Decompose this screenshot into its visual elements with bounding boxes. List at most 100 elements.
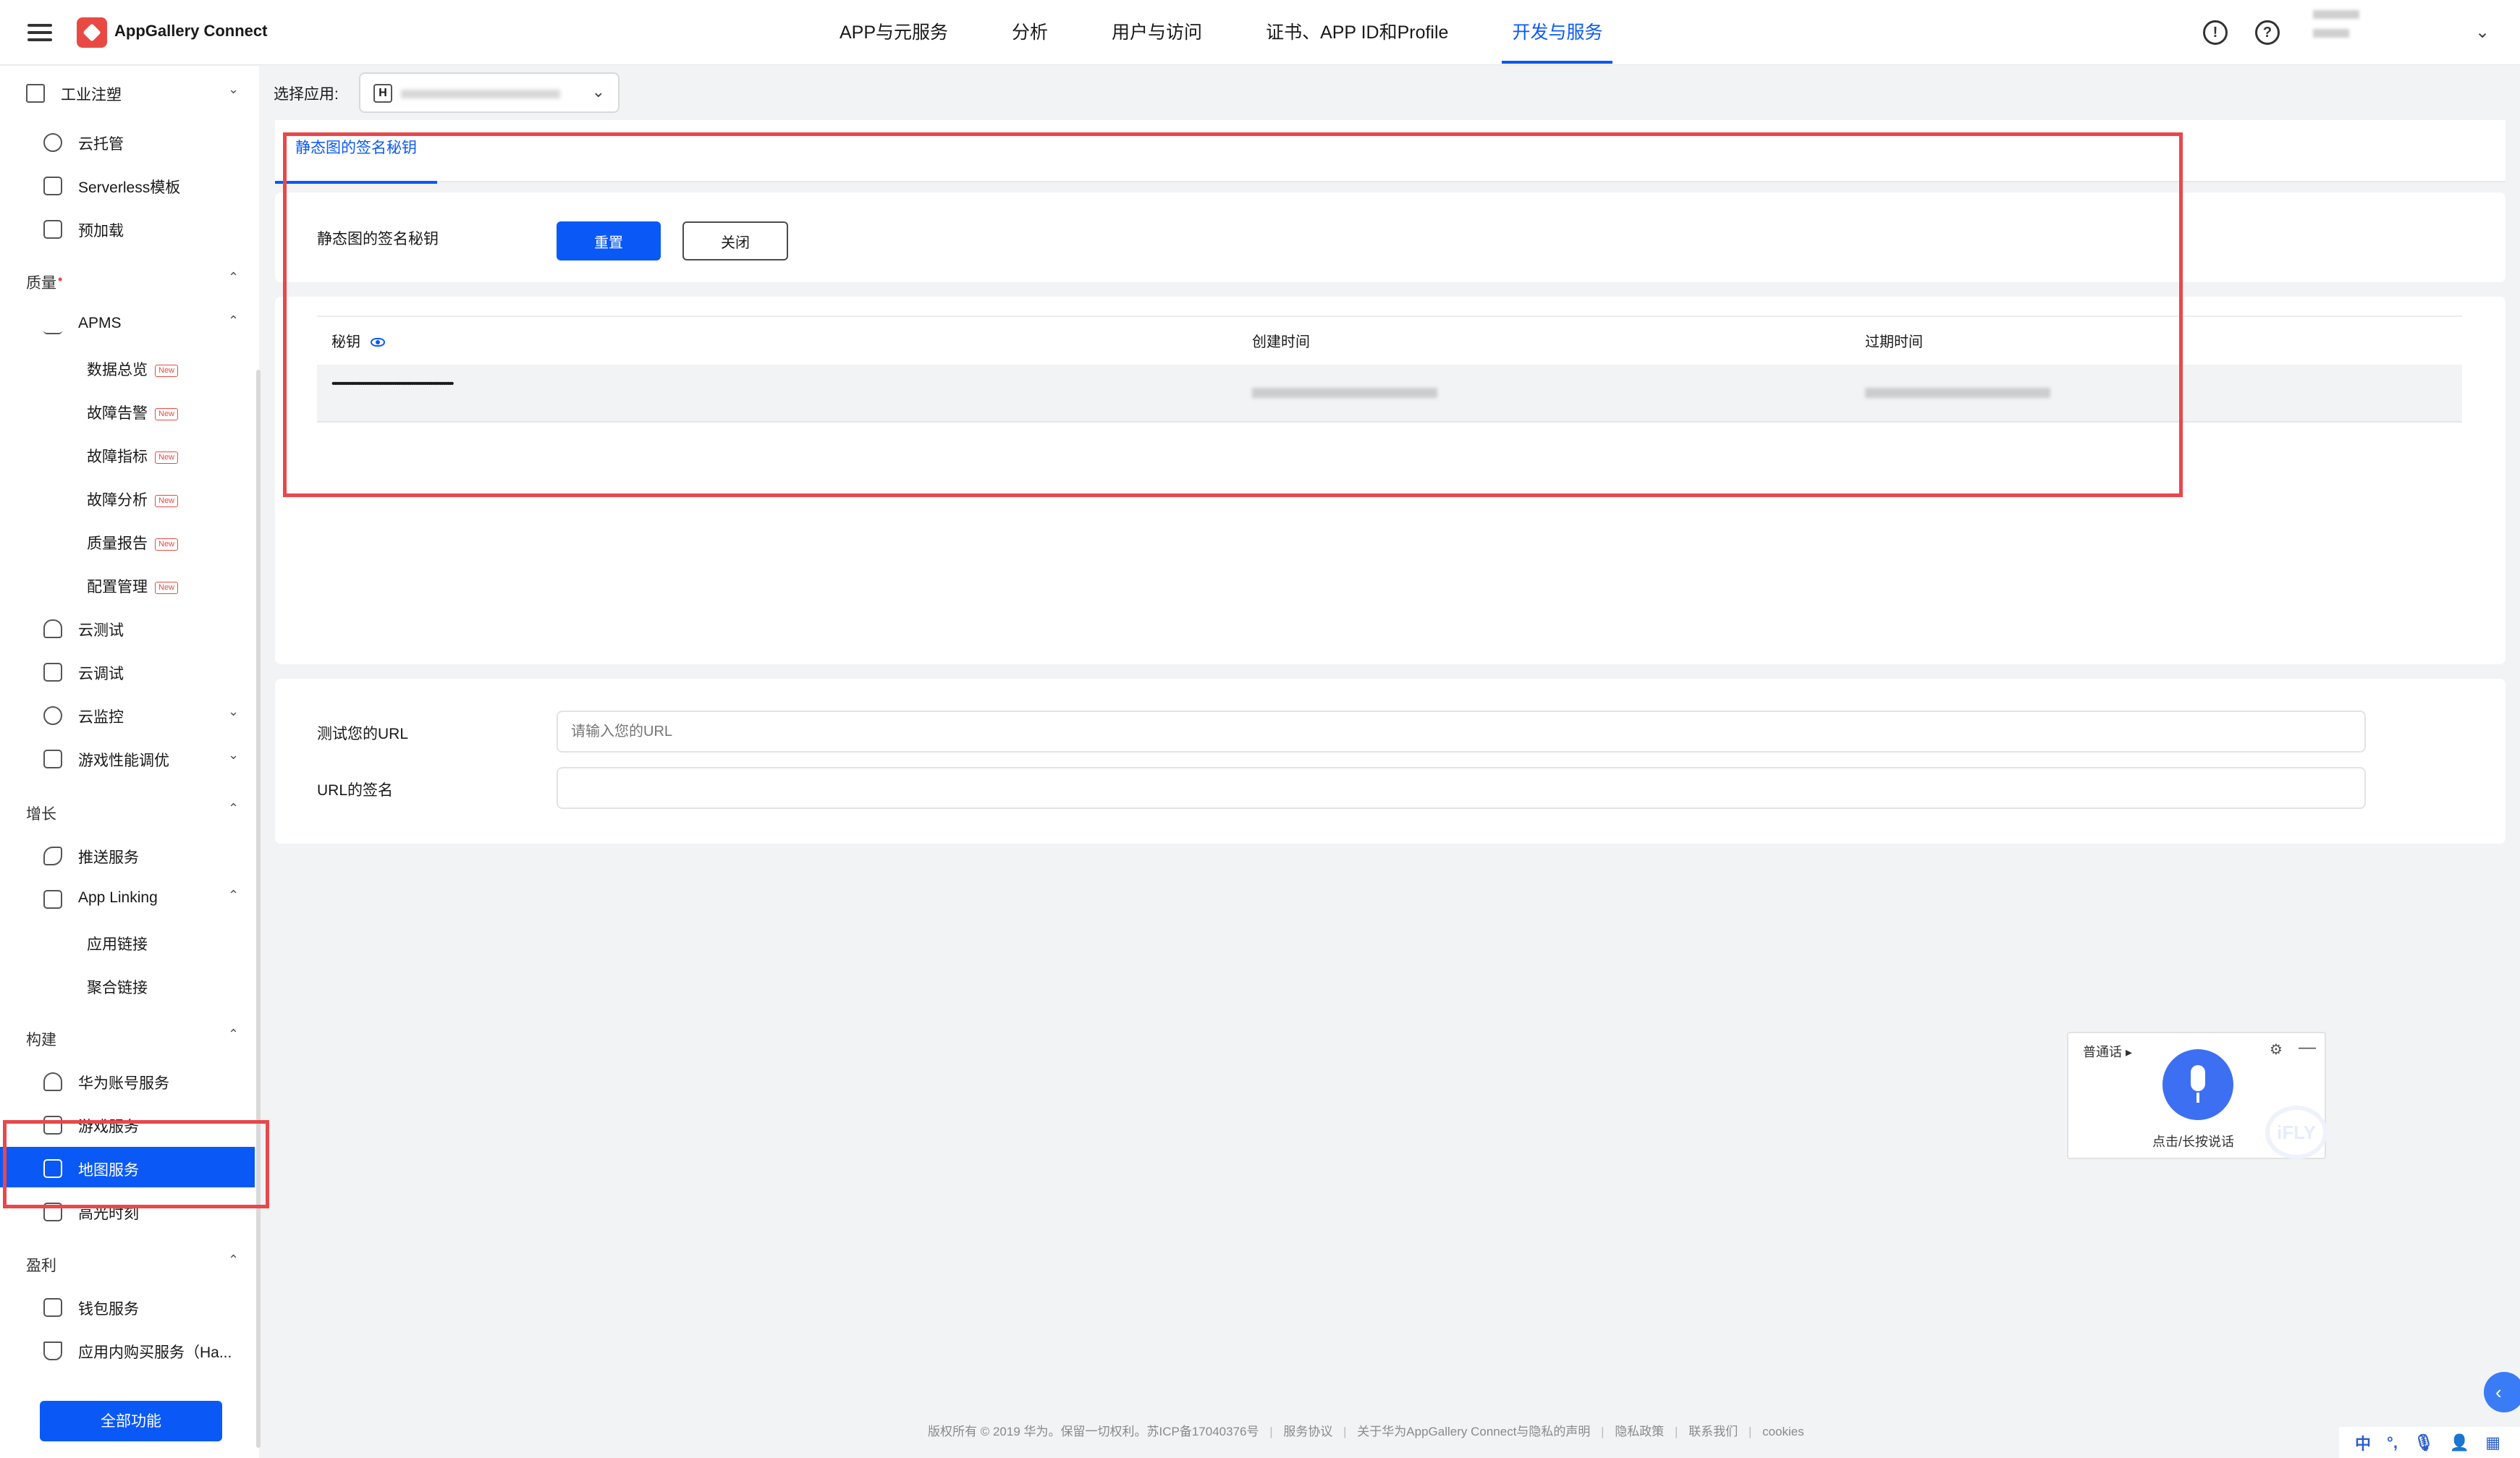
sidebar-item-data-overview[interactable]: 数据总览 New: [0, 347, 259, 387]
section-monetize[interactable]: 盈利 ⌃: [0, 1242, 259, 1283]
red-dot-icon: •: [58, 272, 63, 287]
clipboard-icon: [43, 220, 62, 239]
footer-link-privacy-policy[interactable]: 隐私政策: [1615, 1425, 1664, 1438]
nav-app-services[interactable]: APP与元服务: [840, 0, 948, 65]
nav-analytics[interactable]: 分析: [1012, 0, 1048, 65]
voice-input-widget: 普通话 ▸ ⚙ — 点击/长按说话 iFLY: [2067, 1032, 2327, 1159]
gamepad-icon: [43, 750, 62, 768]
bar-chart-icon: [43, 315, 62, 334]
sidebar-item-cloud-test[interactable]: 云测试: [0, 607, 259, 648]
url-signature-label: URL的签名: [317, 782, 394, 799]
monitor-icon: [43, 706, 62, 725]
chevron-up-icon: ⌃: [228, 801, 240, 815]
sidebar-item-app-link[interactable]: 应用链接: [0, 921, 259, 962]
ifly-watermark: iFLY: [2265, 1106, 2327, 1159]
section-build[interactable]: 构建 ⌃: [0, 1017, 259, 1057]
ime-grid-icon[interactable]: ▦: [2485, 1433, 2500, 1452]
footer-copyright: 版权所有 © 2019 华为。保留一切权利。苏ICP备17040376号: [928, 1425, 1259, 1438]
annotation-box-sidebar: [3, 1120, 269, 1208]
ime-user-icon[interactable]: 👤: [2450, 1433, 2469, 1452]
test-url-label: 测试您的URL: [317, 726, 409, 742]
appgallery-logo-icon: [77, 17, 107, 48]
chevron-down-icon: ⌄: [228, 704, 240, 719]
url-signature-field[interactable]: [557, 767, 2366, 809]
annotation-box-main: [283, 132, 2183, 497]
chevron-up-icon: ⌃: [228, 1253, 240, 1267]
section-quality[interactable]: 质量 • ⌃: [0, 260, 259, 300]
cloud-icon: [43, 619, 62, 638]
chevron-down-icon: ⌄: [228, 82, 240, 96]
new-badge: New: [155, 538, 179, 551]
brand-name: AppGallery Connect: [114, 22, 268, 40]
sidebar-item-aggregate-link[interactable]: 聚合链接: [0, 965, 259, 1005]
chevron-down-icon: ⌄: [228, 747, 240, 762]
nav-dev-services[interactable]: 开发与服务: [1502, 0, 1613, 65]
wallet-icon: [43, 1298, 62, 1317]
sidebar-item-fault-analysis[interactable]: 故障分析 New: [0, 477, 259, 517]
sidebar-item-quality-report[interactable]: 质量报告 New: [0, 520, 259, 561]
sidebar-item-game-perf[interactable]: 游戏性能调优 ⌄: [0, 737, 259, 778]
test-url-input[interactable]: [557, 711, 2366, 753]
microphone-icon[interactable]: [2162, 1049, 2233, 1120]
sidebar-item-apms[interactable]: APMS ⌃: [0, 303, 259, 344]
chevron-down-icon: ⌄: [591, 82, 605, 101]
sidebar-item-wallet[interactable]: 钱包服务: [0, 1286, 259, 1326]
sidebar-scrollbar[interactable]: [256, 370, 261, 1448]
cart-icon: [43, 1342, 62, 1360]
ime-chinese-icon[interactable]: 中: [2355, 1431, 2371, 1454]
sidebar-item-serverless[interactable]: Serverless模板: [0, 164, 259, 205]
all-features-button[interactable]: 全部功能: [40, 1401, 222, 1441]
sidebar-item-huawei-account[interactable]: 华为账号服务: [0, 1060, 259, 1101]
globe-icon: [43, 133, 62, 152]
ime-punctuation-icon[interactable]: °,: [2387, 1433, 2398, 1452]
new-badge: New: [155, 582, 179, 594]
user-icon: [43, 1072, 62, 1091]
sidebar-item-cloud-monitor[interactable]: 云监控 ⌄: [0, 694, 259, 734]
sidebar-item-app-linking[interactable]: App Linking ⌃: [0, 878, 259, 918]
minimize-icon[interactable]: —: [2299, 1038, 2316, 1058]
account-avatar[interactable]: [2313, 10, 2364, 54]
app-selector[interactable]: H ⌄: [359, 72, 620, 113]
chevron-down-icon[interactable]: ⌄: [2475, 22, 2490, 43]
collapse-float-button[interactable]: ‹: [2484, 1372, 2520, 1412]
footer-link-cookies[interactable]: cookies: [1762, 1425, 1804, 1438]
new-badge: New: [155, 452, 179, 464]
image-icon: [43, 177, 62, 195]
hamburger-menu-icon[interactable]: [28, 20, 52, 45]
ime-voice-icon[interactable]: 🎙: [2414, 1433, 2434, 1452]
nav-certificates[interactable]: 证书、APP ID和Profile: [1266, 0, 1448, 65]
folder-icon: [26, 84, 45, 103]
sidebar-item-preload[interactable]: 预加载: [0, 208, 259, 248]
section-growth[interactable]: 增长 ⌃: [0, 791, 259, 831]
footer-link-service[interactable]: 服务协议: [1283, 1425, 1332, 1438]
url-test-panel: 测试您的URL URL的签名: [275, 679, 2506, 844]
top-header: AppGallery Connect APP与元服务 分析 用户与访问 证书、A…: [0, 0, 2520, 65]
footer-link-contact[interactable]: 联系我们: [1688, 1425, 1738, 1438]
select-app-label: 选择应用:: [274, 86, 339, 103]
sidebar-item-cloud-debug[interactable]: 云调试: [0, 650, 259, 691]
project-selector[interactable]: 工业注塑 ⌄: [0, 72, 259, 112]
language-selector[interactable]: 普通话 ▸: [2083, 1042, 2132, 1061]
sidebar-item-iap[interactable]: 应用内购买服务（Ha...: [0, 1329, 259, 1370]
new-badge: New: [155, 365, 179, 377]
nav-users-access[interactable]: 用户与访问: [1112, 0, 1202, 65]
notification-icon[interactable]: !: [2203, 20, 2228, 45]
sidebar-item-fault-metrics[interactable]: 故障指标 New: [0, 433, 259, 474]
rocket-icon: [43, 847, 62, 865]
footer-link-privacy-statement[interactable]: 关于华为AppGallery Connect与隐私的声明: [1357, 1425, 1590, 1438]
footer: 版权所有 © 2019 华为。保留一切权利。苏ICP备17040376号 | 服…: [928, 1425, 1804, 1438]
help-icon[interactable]: ?: [2255, 20, 2280, 45]
new-badge: New: [155, 408, 179, 420]
sidebar: 工业注塑 ⌄ 云托管 Serverless模板 预加载 质量 • ⌃ APMS ⌃…: [0, 66, 261, 1458]
sidebar-item-fault-alert[interactable]: 故障告警 New: [0, 390, 259, 431]
settings-gear-icon[interactable]: ⚙: [2270, 1040, 2283, 1059]
chevron-up-icon: ⌃: [228, 313, 240, 328]
link-icon: [43, 890, 62, 909]
chevron-up-icon: ⌃: [228, 1027, 240, 1041]
sidebar-item-cloud-hosting[interactable]: 云托管: [0, 121, 259, 161]
voice-hint: 点击/长按说话: [2152, 1135, 2235, 1149]
top-navigation: APP与元服务 分析 用户与访问 证书、APP ID和Profile 开发与服务: [840, 0, 1666, 65]
sidebar-item-config-mgmt[interactable]: 配置管理 New: [0, 564, 259, 604]
sidebar-item-push[interactable]: 推送服务: [0, 834, 259, 875]
ime-tray: 中 °, 🎙 👤 ▦: [2339, 1427, 2520, 1458]
